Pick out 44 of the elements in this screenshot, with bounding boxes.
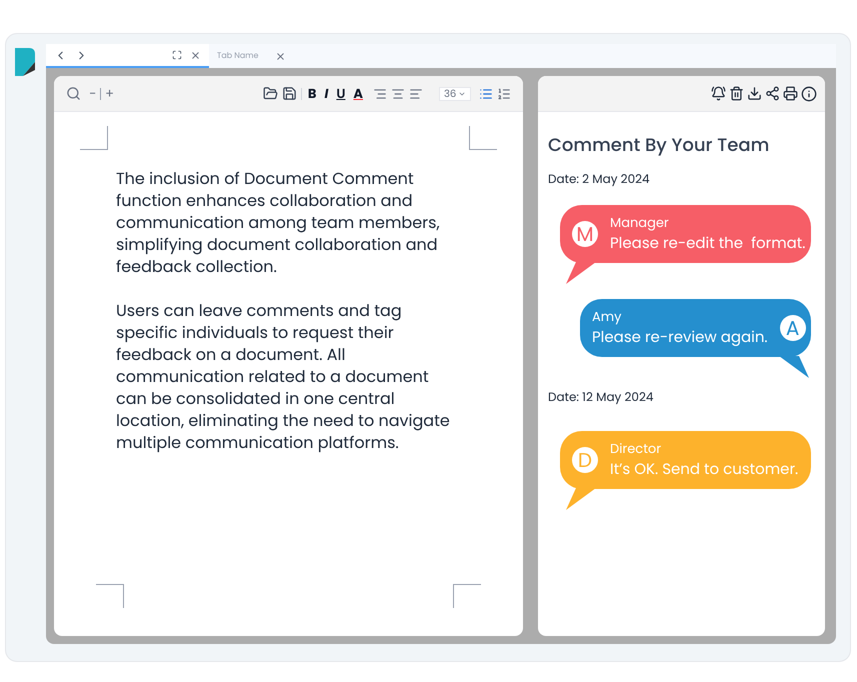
format-button[interactable]: B [306,84,318,104]
download-icon[interactable] [747,86,762,101]
numbered-list-icon[interactable] [497,86,511,100]
comment-date: Date: 12 May 2024 [548,389,654,407]
bell-icon[interactable] [711,86,726,101]
share-icon[interactable] [765,86,780,101]
comment-author: Director [610,439,662,458]
format-button[interactable]: I [322,84,330,104]
panel-title: Comment By Your Team [548,132,770,159]
align-center-icon[interactable] [391,86,405,100]
comment-date: Date: 2 May 2024 [548,171,651,189]
folder-icon[interactable] [262,86,278,101]
margin-mark [469,126,497,150]
margin-mark [80,126,108,150]
print-icon[interactable] [783,86,798,101]
fullscreen-icon[interactable] [172,50,182,60]
zoom-in-button[interactable]: + [105,84,114,104]
document-paragraph: Users can leave comments and tag specific individuals to request their feedback on a document. All communication related to a document can be consolidated in one central location, eliminating the need to navigate multiple communication platforms. [116,300,451,454]
info-icon[interactable] [801,86,817,102]
search-icon[interactable] [66,86,81,101]
align-left-icon[interactable] [409,86,423,100]
margin-mark [96,584,124,608]
comment-text: Please re-review again. [592,326,768,349]
bullet-list-icon[interactable] [479,86,493,100]
close-icon[interactable] [275,50,286,62]
document-paragraph: The inclusion of Document Comment function enhances collaboration and communication among team members, simplifying document collaboration and feedback collection. [116,168,441,278]
comment-author: Manager [610,213,670,232]
comment-author: Amy [592,307,622,326]
font-size-select[interactable]: 36 [439,86,471,100]
comment-text: Please re-edit the format. [610,232,806,255]
save-icon[interactable] [282,86,297,101]
comment-text: It’s OK. Send to customer. [610,458,799,481]
delete-icon[interactable] [729,86,744,101]
format-button[interactable]: A [351,84,365,104]
margin-mark [453,584,481,608]
close-icon[interactable] [190,50,201,60]
logo-icon [15,48,35,76]
avatar: M [572,221,598,247]
zoom-out-button[interactable]: − [89,84,96,104]
align-right-icon[interactable] [373,86,387,100]
avatar: D [572,447,598,473]
avatar: A [780,315,806,341]
format-button[interactable]: U [334,84,348,104]
tab-label: Tab Name [217,50,259,62]
